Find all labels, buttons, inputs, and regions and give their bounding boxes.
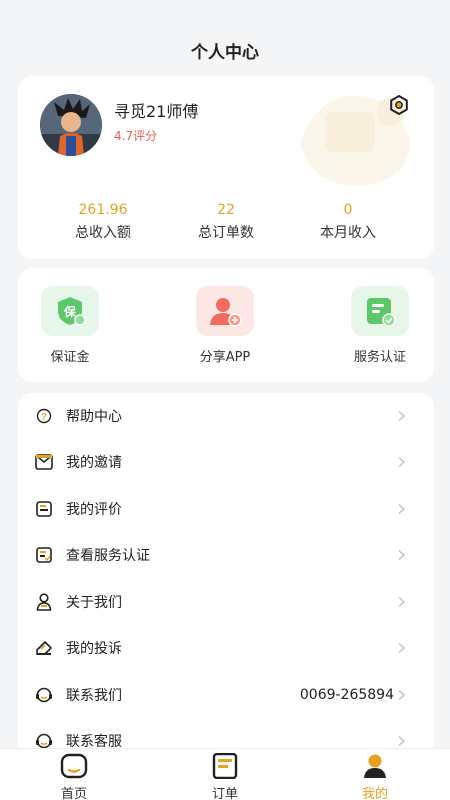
bottom-tab-bar: 首页 订单 我的 <box>0 748 450 800</box>
home-icon <box>60 753 88 779</box>
contact-phone-number[interactable]: 0069-265894 <box>300 687 394 703</box>
envelope-icon <box>35 453 53 471</box>
share-user-icon <box>196 286 254 336</box>
review-icon <box>35 500 53 518</box>
action-share-app[interactable]: 分享APP <box>180 286 270 365</box>
profile-icon <box>361 753 389 779</box>
stat-value: 0 <box>343 202 353 218</box>
stat-label: 总收入额 <box>75 225 131 241</box>
svg-text:?: ? <box>41 412 47 422</box>
menu-item-my-reviews[interactable]: 我的评价 <box>18 486 434 532</box>
chevron-right-icon <box>398 410 406 422</box>
menu-item-contact-us[interactable]: 联系我们 0069-265894 <box>18 672 434 718</box>
tab-label: 我的 <box>361 787 388 800</box>
tab-profile[interactable]: 我的 <box>335 753 415 800</box>
chevron-right-icon <box>398 642 406 654</box>
menu-item-label: 查看服务认证 <box>66 548 150 564</box>
stat-value: 22 <box>217 202 235 218</box>
stat-label: 本月收入 <box>320 225 376 241</box>
menu-item-about-us[interactable]: 关于我们 <box>18 579 434 625</box>
menu-item-my-invitations[interactable]: 我的邀请 <box>18 439 434 485</box>
help-icon: ? <box>35 407 53 425</box>
stat-total-income[interactable]: 261.96 总收入额 <box>33 202 173 242</box>
stat-value: 261.96 <box>78 202 128 218</box>
menu-item-my-complaints[interactable]: 我的投诉 <box>18 625 434 671</box>
chevron-right-icon <box>398 596 406 608</box>
chevron-right-icon <box>398 503 406 515</box>
chevron-right-icon <box>398 456 406 468</box>
menu-item-label: 我的评价 <box>66 502 122 518</box>
menu-item-help-center[interactable]: ? 帮助中心 <box>18 393 434 439</box>
headset-icon <box>35 686 53 704</box>
menu-item-label: 关于我们 <box>66 595 122 611</box>
user-name: 寻觅21师傅 <box>114 102 199 121</box>
menu-item-label: 联系我们 <box>66 688 122 704</box>
stat-total-orders[interactable]: 22 总订单数 <box>156 202 296 242</box>
stat-label: 总订单数 <box>198 225 254 241</box>
chevron-right-icon <box>398 735 406 747</box>
action-service-certification[interactable]: 服务认证 <box>335 286 425 365</box>
deposit-shield-icon: 保 <box>41 286 99 336</box>
certificate-icon <box>351 286 409 336</box>
person-icon <box>35 593 53 611</box>
tab-label: 订单 <box>211 787 238 800</box>
action-label: 服务认证 <box>353 350 406 365</box>
stat-month-income[interactable]: 0 本月收入 <box>278 202 418 242</box>
action-deposit[interactable]: 保 保证金 <box>25 286 115 365</box>
certificate-outline-icon <box>35 546 53 564</box>
tab-label: 首页 <box>60 787 87 800</box>
chevron-right-icon <box>398 549 406 561</box>
action-label: 分享APP <box>199 350 251 365</box>
orders-icon <box>211 753 239 779</box>
menu-item-label: 我的邀请 <box>66 455 122 471</box>
chevron-right-icon <box>398 689 406 701</box>
menu-item-view-service-certification[interactable]: 查看服务认证 <box>18 532 434 578</box>
profile-card: 寻觅21师傅 4.7评分 261.96 总收入额 22 总订单数 0 本月收入 <box>18 76 434 259</box>
menu-item-label: 我的投诉 <box>66 641 122 657</box>
menu-item-label: 帮助中心 <box>66 409 122 425</box>
stats-row: 261.96 总收入额 22 总订单数 0 本月收入 <box>18 202 434 246</box>
page-title: 个人中心 <box>191 43 259 63</box>
tab-home[interactable]: 首页 <box>34 753 114 800</box>
quick-actions-card: 保 保证金 分享APP 服务认证 <box>18 268 434 382</box>
tab-orders[interactable]: 订单 <box>185 753 265 800</box>
menu-list: ? 帮助中心 我的邀请 我的评价 查看服务认证 关于我们 我的投诉 联系我们 0… <box>18 393 434 773</box>
svg-text:保: 保 <box>63 304 77 319</box>
complaint-icon <box>35 639 53 657</box>
user-rating: 4.7评分 <box>114 129 158 143</box>
avatar[interactable] <box>40 94 102 156</box>
action-label: 保证金 <box>50 350 90 365</box>
settings-gear-icon[interactable] <box>388 94 410 116</box>
